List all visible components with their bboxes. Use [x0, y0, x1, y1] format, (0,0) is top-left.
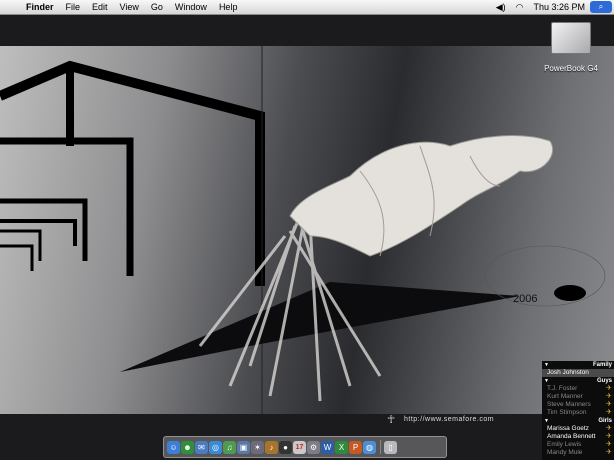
- volume-icon[interactable]: ◀︎): [491, 0, 511, 14]
- wifi-icon[interactable]: ◠: [511, 0, 529, 14]
- running-man-icon: ✈: [606, 409, 612, 416]
- finder-icon[interactable]: ☺: [167, 440, 180, 454]
- wallpaper-artwork: 2006: [0, 46, 606, 414]
- dock-separator: [380, 440, 381, 454]
- menu-view[interactable]: View: [114, 0, 145, 14]
- menu-window[interactable]: Window: [169, 0, 213, 14]
- running-man-icon: ✈: [606, 441, 612, 448]
- buddy-item[interactable]: Kurt Manner ✈: [542, 393, 614, 401]
- buddy-item[interactable]: Emily Lewis ✈: [542, 441, 614, 449]
- system-preferences-icon[interactable]: ⚙: [307, 440, 320, 454]
- disclosure-triangle-icon[interactable]: ▼: [544, 378, 549, 384]
- running-man-icon: ✈: [606, 433, 612, 440]
- group-girls[interactable]: ▼ Girls: [542, 417, 614, 425]
- dvd-icon[interactable]: ●: [279, 440, 292, 454]
- menu-file[interactable]: File: [60, 0, 87, 14]
- menu-help[interactable]: Help: [213, 0, 244, 14]
- menu-clock[interactable]: Thu 3:26 PM: [528, 0, 590, 14]
- word-icon[interactable]: W: [321, 440, 334, 454]
- running-man-icon: ✈: [606, 425, 612, 432]
- menu-app-name[interactable]: Finder: [20, 0, 60, 14]
- spotlight-icon[interactable]: ⌕: [590, 1, 612, 13]
- mail-icon[interactable]: ✉: [195, 440, 208, 454]
- imovie-icon[interactable]: ✶: [251, 440, 264, 454]
- ical-icon[interactable]: 17: [293, 440, 306, 454]
- running-man-icon: ✈: [606, 449, 612, 456]
- buddy-item[interactable]: Mandy Mule ✈: [542, 449, 614, 457]
- running-man-icon: ✈: [606, 401, 612, 408]
- running-man-icon: ✈: [606, 385, 612, 392]
- buddy-item[interactable]: Josh Johnston: [542, 369, 614, 377]
- buddy-item[interactable]: Amanda Bennett ✈: [542, 433, 614, 441]
- wallpaper-year: 2006: [513, 293, 537, 305]
- buddy-item[interactable]: Steve Manners ✈: [542, 401, 614, 409]
- powerpoint-icon[interactable]: P: [349, 440, 362, 454]
- excel-icon[interactable]: X: [335, 440, 348, 454]
- dock: ☺ ☻ ✉ ◎ ♫ ▣ ✶ ♪ ● 17 ⚙ W X P ◍ ▯: [163, 436, 447, 458]
- group-family[interactable]: ▼ Family: [542, 361, 614, 369]
- trash-icon[interactable]: ▯: [384, 440, 397, 454]
- ankh-figure-icon: ☥: [387, 414, 396, 426]
- garageband-icon[interactable]: ♪: [265, 440, 278, 454]
- buddy-item[interactable]: T.J. Foster ✈: [542, 385, 614, 393]
- menu-edit[interactable]: Edit: [86, 0, 114, 14]
- group-guys[interactable]: ▼ Guys: [542, 377, 614, 385]
- safari-icon[interactable]: ◎: [209, 440, 222, 454]
- menu-go[interactable]: Go: [145, 0, 169, 14]
- itunes-icon[interactable]: ♫: [223, 440, 236, 454]
- buddy-list-window: ▼ Family Josh Johnston ▼ Guys T.J. Foste…: [542, 361, 614, 460]
- network-icon[interactable]: ◍: [363, 440, 376, 454]
- iphoto-icon[interactable]: ▣: [237, 440, 250, 454]
- laptop-drive-icon[interactable]: [551, 22, 591, 54]
- running-man-icon: ✈: [606, 393, 612, 400]
- drive-label[interactable]: PowerBook G4: [536, 64, 606, 73]
- powerbook-drive[interactable]: PowerBook G4: [536, 22, 606, 73]
- wallpaper-url: http://www.semafore.com: [404, 416, 495, 423]
- buddy-item[interactable]: Marissa Goetz ✈: [542, 425, 614, 433]
- menu-bar: Finder File Edit View Go Window Help ◀︎)…: [0, 0, 614, 15]
- aim-icon[interactable]: ☻: [181, 440, 194, 454]
- disclosure-triangle-icon[interactable]: ▼: [544, 418, 549, 424]
- buddy-item[interactable]: Tim Stimpson ✈: [542, 409, 614, 417]
- disclosure-triangle-icon[interactable]: ▼: [544, 362, 549, 368]
- desktop-wallpaper: 2006: [0, 46, 614, 414]
